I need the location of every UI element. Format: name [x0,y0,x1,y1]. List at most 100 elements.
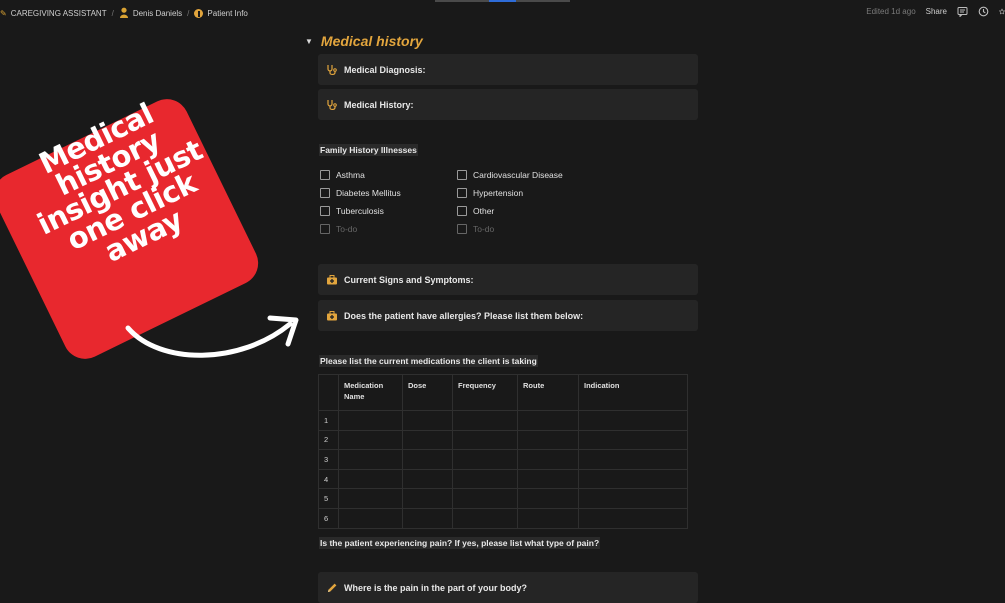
checkbox-todo-left[interactable]: To-do [320,224,357,234]
todo-placeholder[interactable]: To-do [336,224,357,234]
table-cell[interactable] [402,429,453,451]
callout-signs-symptoms[interactable]: Current Signs and Symptoms: [318,264,698,295]
checkbox[interactable] [320,206,330,216]
breadcrumb-item-page[interactable]: Patient Info [194,9,248,18]
table-cell[interactable] [338,429,403,451]
table-cell[interactable] [402,488,453,509]
medications-table: Medication Name Dose Frequency Route Ind… [318,374,688,529]
table-cell[interactable] [402,507,453,529]
checkbox-cardiovascular[interactable]: Cardiovascular Disease [457,170,563,180]
checkbox-label: Tuberculosis [336,206,384,216]
callout-medical-history[interactable]: Medical History: [318,89,698,120]
stethoscope-icon [326,99,338,111]
table-cell[interactable] [452,507,518,529]
tab-indicator-active [489,0,516,2]
table-cell[interactable] [578,410,688,431]
row-number: 6 [318,507,339,529]
table-row: 4 [318,468,688,490]
star-icon[interactable] [999,6,1005,17]
breadcrumb-separator: / [111,9,114,18]
checkbox[interactable] [457,188,467,198]
checkbox-other[interactable]: Other [457,206,494,216]
table-row: 3 [318,449,688,470]
table-cell[interactable] [578,449,688,470]
table-header-row: Medication Name Dose Frequency Route Ind… [318,374,688,411]
table-cell[interactable] [338,410,403,431]
checkbox-label: Diabetes Mellitus [336,188,401,198]
table-cell[interactable] [452,449,518,470]
triangle-down-icon[interactable]: ▼ [305,37,313,46]
checkbox[interactable] [457,206,467,216]
table-cell[interactable] [338,468,403,490]
table-header-index [318,374,339,411]
callout-allergies[interactable]: Does the patient have allergies? Please … [318,300,698,331]
table-cell[interactable] [452,468,518,490]
first-aid-kit-icon [326,274,338,286]
checkbox-label: Cardiovascular Disease [473,170,563,180]
table-cell[interactable] [517,488,579,509]
person-icon [119,7,129,20]
first-aid-kit-icon [326,310,338,322]
checkbox-label: Other [473,206,495,216]
checkbox[interactable] [457,170,467,180]
breadcrumb-separator: / [187,9,190,18]
checkbox-asthma[interactable]: Asthma [320,170,365,180]
row-number: 2 [318,429,339,451]
table-header[interactable]: Route [517,374,579,411]
medications-label: Please list the current medications the … [319,355,538,367]
table-header[interactable]: Indication [578,374,688,411]
table-cell[interactable] [338,449,403,470]
top-bar: ✎ CAREGIVING ASSISTANT / Denis Daniels /… [0,0,1005,26]
table-cell[interactable] [517,507,579,529]
table-cell[interactable] [452,488,518,509]
breadcrumb: ✎ CAREGIVING ASSISTANT / Denis Daniels /… [0,7,248,20]
table-header[interactable]: Frequency [452,374,518,411]
row-number: 1 [318,410,339,431]
table-cell[interactable] [452,429,518,451]
checkbox-diabetes[interactable]: Diabetes Mellitus [320,188,401,198]
comment-icon[interactable] [957,6,968,17]
todo-placeholder[interactable]: To-do [473,224,494,234]
table-cell[interactable] [517,449,579,470]
table-cell[interactable] [578,468,688,490]
table-cell[interactable] [452,410,518,431]
checkbox[interactable] [320,188,330,198]
table-row: 1 [318,410,688,431]
checkbox-tuberculosis[interactable]: Tuberculosis [320,206,384,216]
table-row: 6 [318,507,688,529]
table-header[interactable]: Dose [402,374,453,411]
callout-label: Medical History: [344,99,414,110]
table-cell[interactable] [517,410,579,431]
breadcrumb-label: Patient Info [207,9,248,18]
table-cell[interactable] [338,507,403,529]
checkbox-hypertension[interactable]: Hypertension [457,188,523,198]
table-cell[interactable] [578,507,688,529]
section-title: Medical history [320,33,423,49]
share-button[interactable]: Share [926,7,947,16]
checkbox[interactable] [457,224,467,234]
table-row: 2 [318,429,688,451]
table-cell[interactable] [402,449,453,470]
table-cell[interactable] [402,410,453,431]
table-cell[interactable] [578,429,688,451]
breadcrumb-item-person[interactable]: Denis Daniels [119,7,182,20]
callout-medical-diagnosis[interactable]: Medical Diagnosis: [318,54,698,85]
table-cell[interactable] [338,488,403,509]
table-cell[interactable] [578,488,688,509]
checkbox[interactable] [320,170,330,180]
table-cell[interactable] [402,468,453,490]
checkbox-label: Asthma [336,170,365,180]
medical-history-toggle[interactable]: ▼ Medical history [305,33,423,49]
checkbox-label: Hypertension [473,188,524,198]
app-icon: ✎ [0,9,7,18]
table-cell[interactable] [517,429,579,451]
table-header[interactable]: Medication Name [338,374,403,411]
breadcrumb-item-app[interactable]: ✎ CAREGIVING ASSISTANT [0,9,107,18]
table-cell[interactable] [517,468,579,490]
clock-icon[interactable] [978,6,989,17]
checkbox[interactable] [320,224,330,234]
callout-pain-location[interactable]: Where is the pain in the part of your bo… [318,572,698,603]
pain-question-label: Is the patient experiencing pain? If yes… [319,537,601,549]
table-row: 5 [318,488,688,509]
checkbox-todo-right[interactable]: To-do [457,224,494,234]
